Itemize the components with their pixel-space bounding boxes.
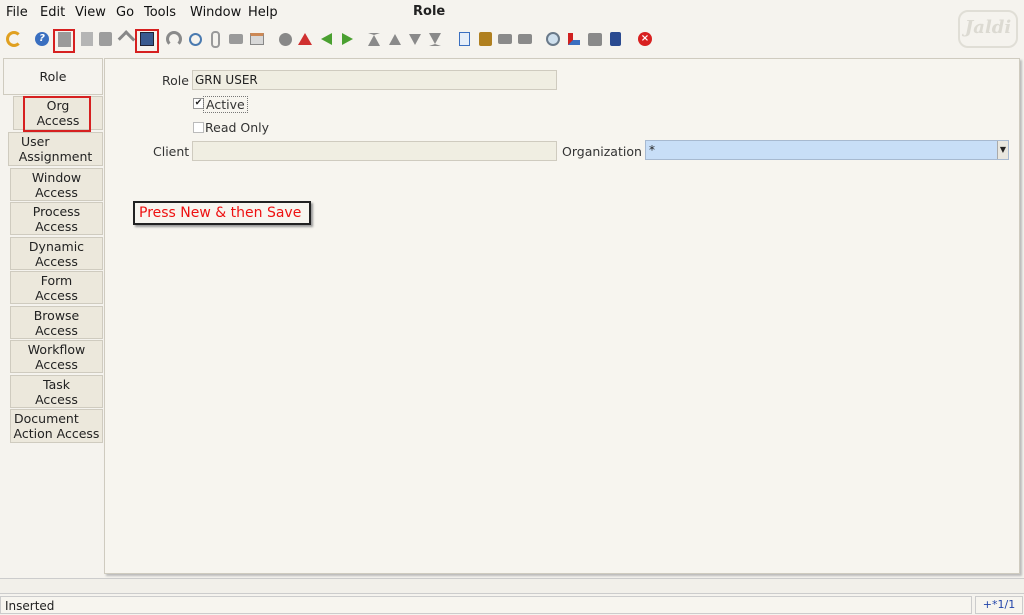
new-record-highlight [53,29,75,53]
parent-icon[interactable] [317,28,335,50]
copy-record-icon[interactable] [78,28,96,50]
tab-process-access[interactable]: Process Access [10,202,103,235]
delete-icon[interactable] [96,28,114,50]
tab-label: Assignment [18,149,93,164]
readonly-checkbox[interactable] [193,122,204,133]
horizontal-scrollbar[interactable] [0,578,1024,594]
previous-record-icon[interactable] [386,28,404,50]
instruction-callout: Press New & then Save [133,201,311,225]
next-record-icon[interactable] [406,28,424,50]
first-record-icon[interactable] [365,28,383,50]
home-icon[interactable] [296,28,314,50]
tab-window-access[interactable]: Window Access [10,168,103,201]
menu-go[interactable]: Go [116,5,134,20]
organization-select[interactable]: * ▼ [645,140,1009,160]
organization-value: * [649,143,655,157]
save-highlight [135,29,159,53]
print-icon[interactable] [516,28,534,50]
role-label: Role [162,73,189,88]
delete-selection-icon[interactable] [117,28,135,50]
history-icon[interactable] [248,28,266,50]
print-preview-icon[interactable] [496,28,514,50]
tab-document-action-access[interactable]: Document Action Access [10,409,103,443]
tab-label: Task [43,376,70,392]
find-icon[interactable] [186,28,204,50]
role-field[interactable]: GRN USER [192,70,557,90]
tab-label: Access [35,356,78,372]
exit-icon[interactable]: × [636,28,654,50]
client-label: Client [153,144,190,159]
tab-label: Access [35,218,78,234]
refresh-icon[interactable] [165,28,183,50]
last-record-icon[interactable] [426,28,444,50]
tab-label: Access [35,184,78,200]
active-label[interactable]: Active [203,96,248,113]
menu-view[interactable]: View [75,5,106,20]
tab-label: Access [35,391,78,407]
workflow-icon[interactable] [565,28,583,50]
help-icon[interactable]: ? [33,28,51,50]
menu-bar: File Edit View Go Tools Window Help Role [0,0,1024,24]
tab-role[interactable]: Role [3,58,103,95]
undo-icon[interactable] [5,28,23,50]
tab-label: Document [14,411,79,426]
window-title: Role [413,4,446,19]
tab-label: Access [35,253,78,269]
report-icon[interactable] [455,28,473,50]
tab-label: Process [32,203,81,219]
tab-label: Access [35,322,78,338]
tab-label: User [21,134,50,149]
detail-icon[interactable] [338,28,356,50]
grid-toggle-icon[interactable] [276,28,294,50]
client-field[interactable] [192,141,557,161]
menu-edit[interactable]: Edit [40,5,65,20]
menu-file[interactable]: File [6,5,28,20]
tab-label: Workflow [27,341,86,357]
status-bar: Inserted [0,596,972,614]
tab-browse-access[interactable]: Browse Access [10,306,103,339]
menu-window[interactable]: Window [190,5,241,20]
tab-label: Access [35,287,78,303]
tab-dynamic-access[interactable]: Dynamic Access [10,237,103,270]
zoom-across-icon[interactable] [544,28,562,50]
active-workflows-icon[interactable] [586,28,604,50]
record-info[interactable]: +*1/1 [975,596,1023,614]
tab-label: Action Access [13,426,100,441]
chat-icon[interactable] [227,28,245,50]
tab-label: Dynamic [28,238,85,254]
org-access-highlight [23,96,91,132]
tab-workflow-access[interactable]: Workflow Access [10,340,103,373]
archive-icon[interactable] [476,28,494,50]
chevron-down-icon[interactable]: ▼ [997,141,1008,159]
requests-icon[interactable] [606,28,624,50]
tab-label: Browse [33,307,80,323]
tab-label: Window [31,169,82,185]
menu-help[interactable]: Help [248,5,278,20]
tab-user-assignment[interactable]: User Assignment [8,132,103,166]
menu-tools[interactable]: Tools [144,5,176,20]
tab-task-access[interactable]: Task Access [10,375,103,408]
attachment-icon[interactable] [206,28,224,50]
app-logo: Jaldi [958,10,1018,48]
record-panel [104,58,1020,574]
tab-label: Role [39,69,67,84]
readonly-label[interactable]: Read Only [205,120,269,135]
tab-form-access[interactable]: Form Access [10,271,103,304]
tab-label: Form [40,272,73,288]
organization-label: Organization [562,144,642,159]
